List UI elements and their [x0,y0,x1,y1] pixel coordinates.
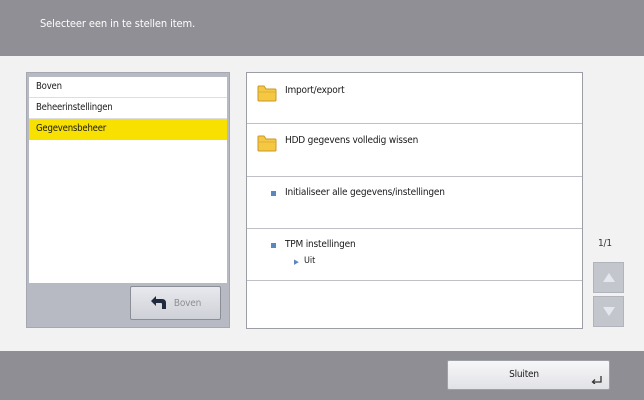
close-button-label: Sluiten [509,369,539,380]
nav-item-boven[interactable]: Boven [29,77,227,98]
navigation-panel: Boven Beheerinstellingen Gegevensbeheer … [26,72,230,328]
settings-item-hdd-wissen[interactable]: HDD gegevens volledig wissen [247,125,582,177]
page-indicator: 1/1 [598,238,612,249]
settings-list: Import/export HDD gegevens volledig wiss… [246,72,583,329]
settings-item-tpm[interactable]: TPM instellingen ▶ Uit [247,230,582,281]
settings-item-label: Initialiseer alle gegevens/instellingen [285,187,445,198]
settings-item-value: Uit [304,256,316,266]
return-arrow-icon [150,296,166,309]
nav-item-beheerinstellingen[interactable]: Beheerinstellingen [29,98,227,119]
settings-item-label: Import/export [285,85,345,96]
triangle-up-icon [603,273,615,282]
folder-icon [257,135,277,152]
bullet-icon [271,191,276,196]
navigation-list: Boven Beheerinstellingen Gegevensbeheer [29,77,227,283]
triangle-down-icon [603,307,615,316]
nav-item-gegevensbeheer[interactable]: Gegevensbeheer [29,119,227,140]
value-arrow-icon: ▶ [294,258,299,266]
scroll-down-button[interactable] [593,296,624,327]
up-level-label: Boven [173,297,202,309]
close-button[interactable]: Sluiten [447,360,610,390]
settings-item-label: HDD gegevens volledig wissen [285,135,419,146]
bullet-icon [271,243,276,248]
enter-corner-icon [591,376,602,384]
folder-icon [257,85,277,102]
settings-item-import-export[interactable]: Import/export [247,73,582,124]
settings-item-label: TPM instellingen [285,239,356,250]
up-level-button[interactable]: Boven [130,286,221,320]
settings-item-initialiseer[interactable]: Initialiseer alle gegevens/instellingen [247,178,582,229]
instruction-text: Selecteer een in te stellen item. [40,17,196,30]
scroll-up-button[interactable] [593,262,624,293]
header-bar: Selecteer een in te stellen item. [0,0,644,56]
